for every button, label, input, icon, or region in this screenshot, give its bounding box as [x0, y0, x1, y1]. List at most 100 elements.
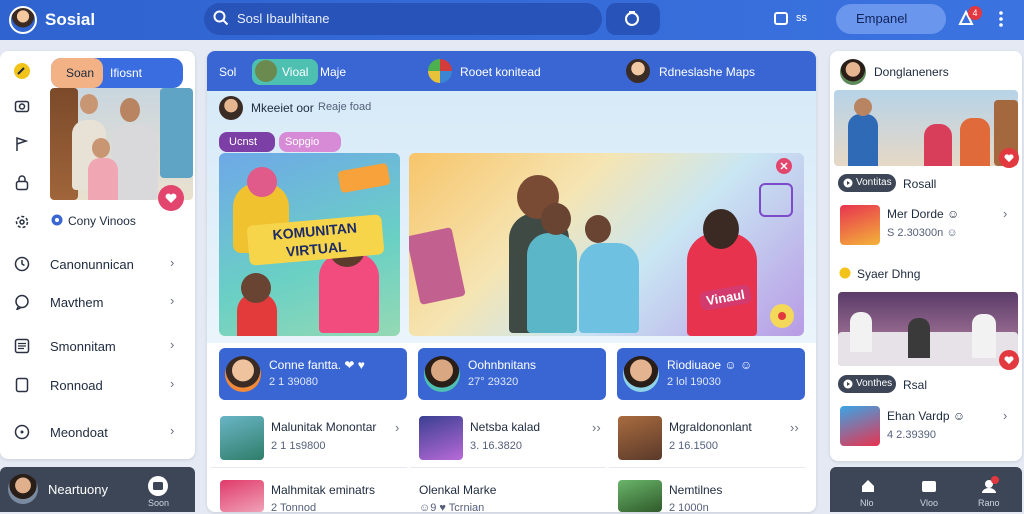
party-photo[interactable] [834, 90, 1018, 166]
primary-button-label: Empanel [856, 11, 908, 26]
sidebar-item-label: Canonunnican [50, 257, 134, 272]
sidebar-item-label: Meondoat [50, 425, 108, 440]
screen-icon[interactable] [772, 9, 790, 27]
event-photo[interactable] [838, 292, 1018, 366]
tab-label-2: Ifiosnt [110, 66, 143, 80]
emoji-icon [838, 266, 852, 280]
chevron-right-icon: › [170, 293, 175, 308]
heart-icon[interactable] [158, 185, 184, 211]
more-icon[interactable] [996, 10, 1006, 28]
chevron-right-icon: › [1003, 206, 1008, 221]
list-meta: 2 1 1s9800 [271, 440, 326, 452]
tab-rooet[interactable]: Rooet konitead [460, 65, 541, 79]
list-title: Nemtilnes [669, 483, 723, 497]
profile-name: Neartuony [48, 482, 108, 497]
family-photo[interactable] [50, 88, 193, 200]
lock-icon[interactable] [12, 173, 32, 193]
list-title: Mgraldononlant [669, 420, 752, 434]
pin-icon [50, 213, 64, 227]
author-avatar[interactable] [219, 96, 243, 120]
close-icon[interactable] [776, 158, 792, 174]
sidebar-item-label: Mavthem [50, 295, 104, 310]
heart-icon[interactable] [999, 350, 1019, 370]
video-badge-label: Vonthes [856, 378, 893, 389]
play-icon [842, 378, 854, 390]
app-title: Sosial [45, 10, 96, 29]
chevron-right-icon: › [170, 376, 175, 391]
card-title: Conne fantta. ❤ ♥ [269, 358, 365, 372]
sidebar-item-label[interactable]: Cony Vinoos [68, 214, 136, 228]
nav-badge [991, 476, 999, 484]
chevron-right-icon: › [170, 423, 175, 438]
section-title: Syaer Dhng [857, 267, 921, 281]
tab-maps[interactable]: Rdneslashe Maps [659, 65, 755, 79]
sidebar-item-label: Smonnitam [50, 339, 116, 354]
video-badge-label: Vontitas [856, 177, 892, 188]
user-avatar[interactable] [9, 6, 37, 34]
nav-label: Vloo [920, 498, 939, 508]
sticker-icon [770, 304, 794, 328]
event-thumb [840, 205, 880, 245]
banner-right-image[interactable] [409, 153, 804, 336]
list-meta: 2 Tonnod [271, 502, 317, 514]
card-meta: 27° 29320 [468, 376, 519, 388]
camera-icon[interactable] [12, 96, 32, 116]
chat-icon [12, 292, 32, 312]
list-thumb [220, 480, 264, 512]
camera-icon [622, 8, 642, 28]
list-meta: ☺9 ♥ Tcrnian [419, 502, 485, 514]
chip-1-label: Ucnst [229, 136, 258, 148]
event-meta: 4 2.39390 [887, 429, 936, 441]
nav-label: Rano [978, 498, 1000, 508]
search-icon [212, 9, 230, 27]
sidebar-item-label: Ronnoad [50, 378, 103, 393]
list-icon [12, 336, 32, 356]
screen-count: ss [796, 12, 807, 24]
tab-thumb [626, 59, 650, 83]
list-title: Olenkal Marke [419, 483, 497, 497]
tab-maje[interactable]: Maje [320, 65, 346, 79]
heart-icon[interactable] [999, 148, 1019, 168]
profile-action: Soon [148, 498, 170, 508]
home-icon[interactable] [859, 478, 877, 494]
card-avatar [623, 356, 659, 392]
clock-icon [12, 254, 32, 274]
search-input[interactable]: Sosl Ibaulhitane [237, 11, 330, 26]
post-author[interactable]: Mkeeiet oor [251, 101, 314, 115]
chevron-right-icon: › [395, 420, 400, 435]
event-thumb [840, 406, 880, 446]
play-icon [842, 177, 854, 189]
chevron-right-icon: ›› [592, 420, 601, 435]
event-title: Ehan Vardp ☺ [887, 409, 966, 423]
chip-2-label: Sopgio [285, 136, 320, 148]
circle-icon [12, 422, 32, 442]
list-title: Malunitak Monontar [271, 420, 377, 434]
message-icon[interactable] [148, 476, 168, 496]
list-title: Netsba kalad [470, 420, 541, 434]
card-avatar [225, 356, 261, 392]
tab-video-thumb [255, 60, 277, 82]
post-action[interactable]: Reaje foad [318, 101, 371, 113]
flag-icon[interactable] [12, 134, 32, 154]
profile-avatar[interactable] [8, 474, 38, 504]
tab-thumb [428, 59, 452, 83]
right-header: Donglaneners [874, 65, 949, 79]
notification-badge: 4 [968, 6, 982, 20]
gear-icon[interactable] [12, 212, 32, 232]
group-avatar[interactable] [840, 59, 866, 85]
event-meta: S 2.30300n ☺ [887, 227, 958, 239]
tab-sol[interactable]: Sol [219, 65, 236, 79]
nav-label: Nlo [860, 498, 874, 508]
photo-caption: Rsal [903, 378, 928, 392]
video-icon[interactable] [920, 478, 938, 494]
chevron-right-icon: ›› [790, 420, 799, 435]
top-bar: Sosial Sosl Ibaulhitane ss Empanel 4 [0, 0, 1024, 40]
card-meta: 2 1 39080 [269, 376, 318, 388]
card-title: Riodiuaoe ☺ ☺ [667, 358, 753, 372]
tab-label-1: Soan [66, 66, 95, 80]
list-meta: 2 1000n [669, 502, 709, 514]
card-meta: 2 lol 19030 [667, 376, 721, 388]
list-meta: 3. 16.3820 [470, 440, 522, 452]
compass-icon[interactable] [12, 61, 32, 81]
list-thumb [618, 416, 662, 460]
